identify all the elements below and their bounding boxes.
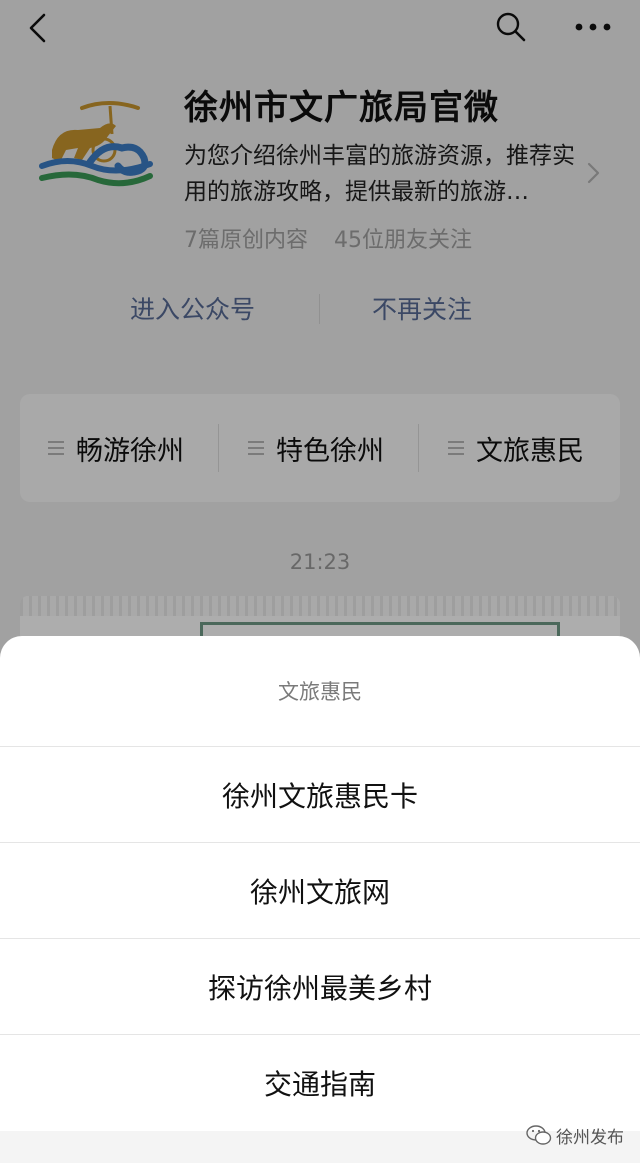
option-beautiful-villages[interactable]: 探访徐州最美乡村 <box>0 939 640 1035</box>
option-wenlv-website[interactable]: 徐州文旅网 <box>0 843 640 939</box>
action-sheet: 文旅惠民 徐州文旅惠民卡 徐州文旅网 探访徐州最美乡村 交通指南 <box>0 636 640 1163</box>
action-sheet-title: 文旅惠民 <box>0 636 640 747</box>
wechat-icon <box>526 1125 552 1145</box>
source-watermark: 徐州发布 <box>526 1122 624 1148</box>
option-traffic-guide[interactable]: 交通指南 <box>0 1035 640 1131</box>
watermark-text: 徐州发布 <box>556 1127 624 1148</box>
option-huimin-card[interactable]: 徐州文旅惠民卡 <box>0 747 640 843</box>
